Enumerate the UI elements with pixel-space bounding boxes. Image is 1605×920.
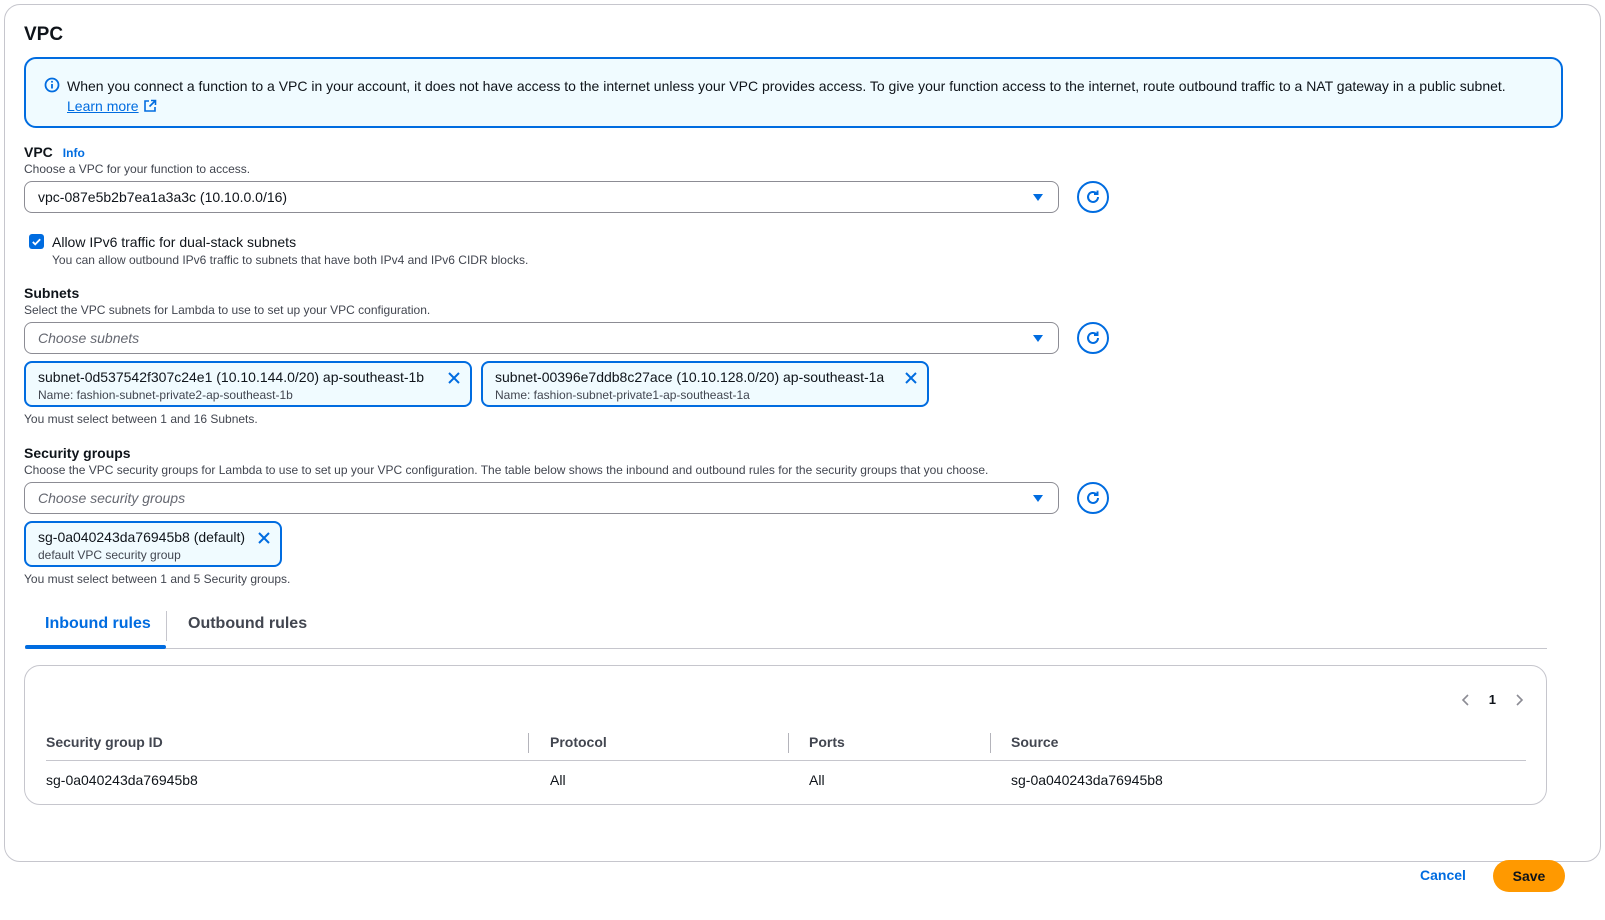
cell-source: sg-0a040243da76945b8 bbox=[1011, 772, 1163, 788]
ipv6-checkbox[interactable] bbox=[29, 234, 44, 249]
external-link-icon bbox=[143, 99, 156, 112]
chevron-right-icon[interactable] bbox=[1512, 693, 1526, 707]
cell-protocol: All bbox=[550, 772, 566, 788]
subnets-hint: You must select between 1 and 16 Subnets… bbox=[24, 412, 258, 426]
caret-down-icon bbox=[1033, 335, 1043, 342]
vpc-info-link[interactable]: Info bbox=[63, 146, 85, 160]
page-number[interactable]: 1 bbox=[1489, 692, 1496, 707]
column-divider bbox=[990, 733, 991, 753]
subnets-placeholder: Choose subnets bbox=[38, 330, 140, 346]
close-icon[interactable] bbox=[446, 370, 462, 386]
pagination: 1 bbox=[1459, 692, 1526, 707]
security-groups-select[interactable]: Choose security groups bbox=[24, 482, 1059, 514]
rules-table: 1 Security group ID Protocol Ports Sourc… bbox=[24, 665, 1547, 805]
active-tab-indicator bbox=[25, 645, 166, 649]
vpc-label: VPC Info bbox=[24, 144, 85, 160]
rules-tabs: Inbound rules Outbound rules bbox=[25, 605, 1547, 649]
vpc-panel: VPC When you connect a function to a VPC… bbox=[4, 4, 1601, 862]
refresh-icon bbox=[1087, 491, 1099, 504]
security-groups-placeholder: Choose security groups bbox=[38, 490, 186, 506]
tab-outbound-rules[interactable]: Outbound rules bbox=[188, 615, 307, 633]
subnets-refresh-button[interactable] bbox=[1077, 322, 1109, 354]
vpc-select[interactable]: vpc-087e5b2b7ea1a3a3c (10.10.0.0/16) bbox=[24, 181, 1059, 213]
security-groups-label: Security groups bbox=[24, 445, 131, 461]
alert-text: When you connect a function to a VPC in … bbox=[67, 78, 1506, 94]
subnets-select[interactable]: Choose subnets bbox=[24, 322, 1059, 354]
vpc-description: Choose a VPC for your function to access… bbox=[24, 162, 251, 176]
column-header-ports: Ports bbox=[809, 734, 845, 750]
refresh-icon bbox=[1087, 331, 1099, 344]
subnets-description: Select the VPC subnets for Lambda to use… bbox=[24, 303, 431, 317]
check-icon bbox=[32, 238, 41, 246]
subnet-token-main: subnet-0d537542f307c24e1 (10.10.144.0/20… bbox=[38, 369, 425, 385]
cancel-button[interactable]: Cancel bbox=[1420, 867, 1466, 883]
subnet-token: subnet-00396e7ddb8c27ace (10.10.128.0/20… bbox=[481, 361, 929, 407]
ipv6-label[interactable]: Allow IPv6 traffic for dual-stack subnet… bbox=[52, 234, 296, 250]
panel-title: VPC bbox=[24, 24, 64, 45]
security-group-token-sub: default VPC security group bbox=[38, 548, 181, 562]
subnet-token-sub: Name: fashion-subnet-private2-ap-southea… bbox=[38, 388, 293, 402]
subnet-token-sub: Name: fashion-subnet-private1-ap-southea… bbox=[495, 388, 750, 402]
column-divider bbox=[788, 733, 789, 753]
save-button[interactable]: Save bbox=[1493, 860, 1565, 892]
security-groups-refresh-button[interactable] bbox=[1077, 482, 1109, 514]
security-group-token-main: sg-0a040243da76945b8 (default) bbox=[38, 529, 246, 545]
security-group-token: sg-0a040243da76945b8 (default) default V… bbox=[24, 521, 282, 567]
vpc-label-text: VPC bbox=[24, 144, 53, 160]
caret-down-icon bbox=[1033, 495, 1043, 502]
cell-ports: All bbox=[809, 772, 825, 788]
subnet-token: subnet-0d537542f307c24e1 (10.10.144.0/20… bbox=[24, 361, 472, 407]
column-header-source: Source bbox=[1011, 734, 1059, 750]
column-divider bbox=[528, 733, 529, 753]
ipv6-description: You can allow outbound IPv6 traffic to s… bbox=[52, 253, 529, 267]
table-header-divider bbox=[46, 760, 1526, 761]
column-header-protocol: Protocol bbox=[550, 734, 607, 750]
security-groups-description: Choose the VPC security groups for Lambd… bbox=[24, 463, 989, 477]
subnet-token-main: subnet-00396e7ddb8c27ace (10.10.128.0/20… bbox=[495, 369, 885, 385]
vpc-select-value: vpc-087e5b2b7ea1a3a3c (10.10.0.0/16) bbox=[38, 189, 288, 205]
tab-divider bbox=[166, 611, 167, 641]
chevron-left-icon[interactable] bbox=[1459, 693, 1473, 707]
vpc-refresh-button[interactable] bbox=[1077, 181, 1109, 213]
info-alert: When you connect a function to a VPC in … bbox=[24, 57, 1563, 128]
refresh-icon bbox=[1087, 190, 1099, 203]
tab-inbound-rules[interactable]: Inbound rules bbox=[45, 615, 151, 633]
column-header-security-group-id: Security group ID bbox=[46, 734, 163, 750]
caret-down-icon bbox=[1033, 194, 1043, 201]
security-groups-hint: You must select between 1 and 5 Security… bbox=[24, 572, 291, 586]
learn-more-link[interactable]: Learn more bbox=[67, 96, 157, 116]
info-icon bbox=[44, 77, 60, 93]
close-icon[interactable] bbox=[903, 370, 919, 386]
learn-more-label[interactable]: Learn more bbox=[67, 96, 139, 116]
close-icon[interactable] bbox=[256, 530, 272, 546]
cell-security-group-id: sg-0a040243da76945b8 bbox=[46, 772, 198, 788]
subnets-label: Subnets bbox=[24, 285, 80, 301]
